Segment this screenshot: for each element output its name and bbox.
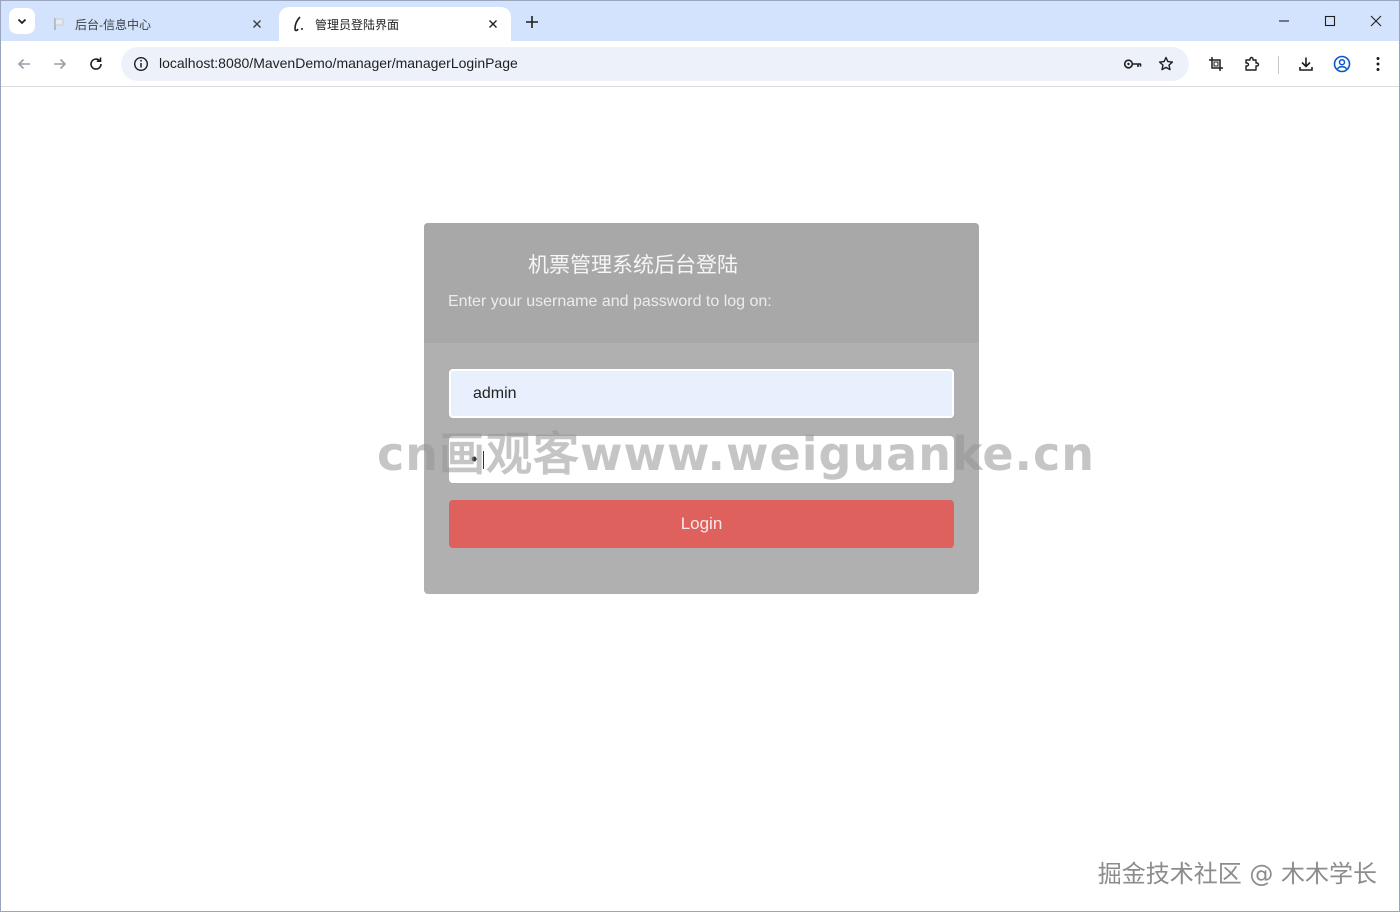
tab-strip: 后台-信息中心 管理员登陆界面	[1, 1, 1399, 41]
menu-button[interactable]	[1364, 50, 1392, 78]
page-viewport: 机票管理系统后台登陆 Enter your username and passw…	[1, 88, 1399, 911]
crop-icon	[1208, 56, 1224, 72]
username-input[interactable]: admin	[449, 369, 954, 418]
tab-title: 后台-信息中心	[75, 17, 151, 32]
password-mask: •	[471, 449, 478, 469]
new-tab-button[interactable]	[521, 11, 543, 33]
forward-button[interactable]	[46, 50, 74, 78]
puzzle-icon	[1244, 56, 1260, 72]
site-info-button[interactable]	[129, 52, 153, 76]
close-window-button[interactable]	[1353, 7, 1399, 35]
reload-icon	[88, 56, 104, 72]
arrow-left-icon	[16, 56, 32, 72]
close-icon[interactable]	[247, 14, 267, 34]
text-caret	[483, 450, 485, 469]
more-vert-icon	[1375, 56, 1381, 72]
script-l-icon	[291, 16, 307, 32]
login-body: admin • Login	[424, 343, 979, 594]
download-icon	[1298, 56, 1314, 72]
password-manager-button[interactable]	[1119, 50, 1147, 78]
star-icon	[1158, 56, 1174, 72]
extensions-button[interactable]	[1238, 50, 1266, 78]
maximize-button[interactable]	[1307, 7, 1353, 35]
info-icon	[133, 56, 149, 72]
login-form: 机票管理系统后台登陆 Enter your username and passw…	[424, 223, 979, 594]
login-header: 机票管理系统后台登陆 Enter your username and passw…	[424, 223, 979, 343]
username-value: admin	[473, 384, 517, 402]
watermark-corner: 掘金技术社区 @ 木木学长	[1097, 860, 1377, 888]
toolbar-separator	[1278, 56, 1279, 74]
plus-icon	[525, 15, 539, 29]
flag-icon	[51, 16, 67, 32]
url-text: localhost:8080/MavenDemo/manager/manager…	[159, 55, 518, 71]
key-icon	[1123, 57, 1143, 71]
arrow-right-icon	[52, 56, 68, 72]
close-icon	[1370, 15, 1382, 27]
tab-info-center[interactable]: 后台-信息中心	[39, 7, 275, 41]
screenshot-button[interactable]	[1202, 50, 1230, 78]
close-icon[interactable]	[483, 14, 503, 34]
downloads-button[interactable]	[1292, 50, 1320, 78]
reload-button[interactable]	[82, 50, 110, 78]
login-title: 机票管理系统后台登陆	[528, 253, 738, 277]
profile-icon	[1333, 55, 1351, 73]
url-path: :8080/MavenDemo/manager/managerLoginPage	[214, 55, 518, 71]
maximize-icon	[1324, 15, 1336, 27]
tab-title: 管理员登陆界面	[315, 17, 400, 32]
minimize-button[interactable]	[1261, 7, 1307, 35]
back-button[interactable]	[10, 50, 38, 78]
chevron-down-icon	[16, 15, 28, 27]
minimize-icon	[1278, 15, 1290, 27]
tab-search-button[interactable]	[9, 8, 35, 34]
bookmark-button[interactable]	[1152, 50, 1180, 78]
address-bar[interactable]: localhost:8080/MavenDemo/manager/manager…	[121, 47, 1189, 81]
url-host: localhost	[159, 55, 215, 71]
browser-toolbar: localhost:8080/MavenDemo/manager/manager…	[1, 41, 1399, 87]
login-button[interactable]: Login	[449, 500, 954, 548]
profile-button[interactable]	[1328, 50, 1356, 78]
login-subtitle: Enter your username and password to log …	[448, 293, 772, 310]
password-input[interactable]: •	[449, 436, 954, 483]
tab-admin-login[interactable]: 管理员登陆界面	[279, 7, 511, 41]
login-button-label: Login	[680, 514, 723, 533]
